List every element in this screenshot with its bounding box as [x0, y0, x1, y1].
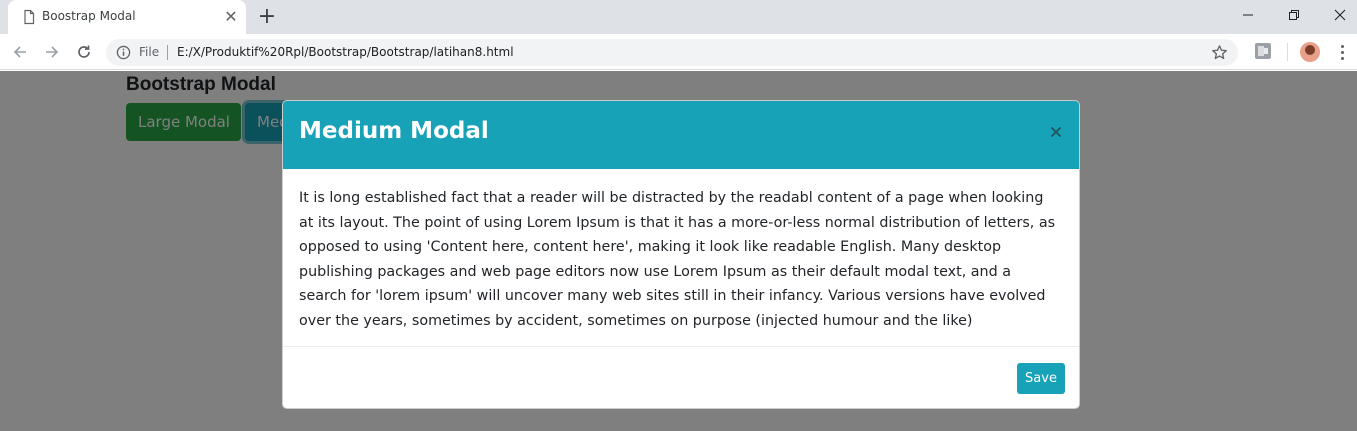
- medium-modal: Medium Modal It is long established fact…: [282, 100, 1080, 409]
- new-tab-icon[interactable]: +: [256, 6, 278, 28]
- modal-title: Medium Modal: [299, 118, 489, 144]
- modal-header: Medium Modal: [283, 101, 1079, 169]
- back-arrow-icon[interactable]: [8, 40, 32, 64]
- modal-body-text: It is long established fact that a reade…: [299, 190, 1056, 329]
- tab-title: Boostrap Modal: [42, 9, 136, 23]
- modal-footer: Save: [283, 346, 1079, 408]
- maximize-icon[interactable]: [1271, 0, 1317, 30]
- menu-icon[interactable]: [1334, 43, 1350, 61]
- window-close-icon[interactable]: [1317, 0, 1357, 30]
- avatar[interactable]: [1300, 42, 1320, 62]
- address-bar[interactable]: File E:/X/Produktif%20Rpl/Bootstrap/Boot…: [106, 39, 1238, 66]
- tab-strip: Boostrap Modal ✕ +: [0, 0, 1357, 34]
- url-text[interactable]: E:/X/Produktif%20Rpl/Bootstrap/Bootstrap…: [177, 45, 514, 59]
- omnibox-divider: [167, 45, 168, 60]
- minimize-icon[interactable]: [1225, 0, 1271, 30]
- forward-arrow-icon[interactable]: [40, 40, 64, 64]
- browser-toolbar: File E:/X/Produktif%20Rpl/Bootstrap/Boot…: [0, 34, 1357, 70]
- modal-close-icon[interactable]: [1045, 121, 1067, 143]
- save-button[interactable]: Save: [1017, 363, 1065, 394]
- reload-icon[interactable]: [72, 40, 96, 64]
- extension-icon[interactable]: [1254, 42, 1272, 60]
- tab-close-icon[interactable]: ✕: [222, 8, 240, 26]
- browser-tab[interactable]: Boostrap Modal ✕: [8, 0, 246, 34]
- star-icon[interactable]: [1211, 44, 1228, 61]
- page-icon: [24, 9, 35, 25]
- scheme-label: File: [139, 45, 160, 59]
- info-icon[interactable]: [116, 45, 131, 60]
- toolbar-divider: [1287, 43, 1288, 61]
